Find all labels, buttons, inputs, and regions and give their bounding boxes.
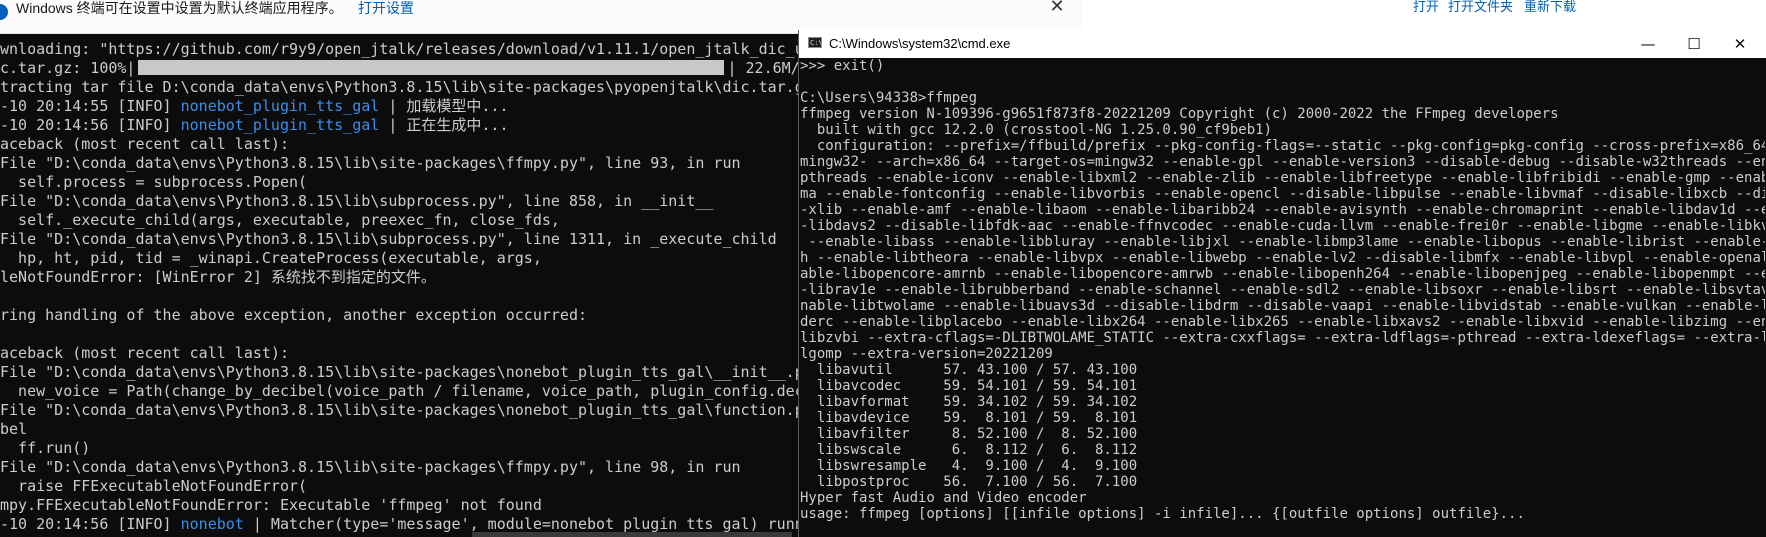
- close-notification-icon[interactable]: ✕: [1046, 0, 1068, 16]
- line-text: aceback (most recent call last):: [0, 135, 289, 153]
- line-text: mpy.FFExecutableNotFoundError: Executabl…: [0, 496, 542, 514]
- line-text: File "D:\conda_data\envs\Python3.8.15\li…: [0, 363, 876, 381]
- cmd-line: Hyper fast Audio and Video encoder: [800, 490, 1087, 506]
- download-actions-strip: 打开 打开文件夹 重新下载: [1082, 0, 1766, 28]
- cmd-line: -librav1e --enable-librubberband --enabl…: [800, 282, 1765, 298]
- logger-name: nonebot_plugin_tts_gal: [180, 97, 380, 115]
- cmd-line: ma --enable-fontconfig --enable-libvorbi…: [800, 186, 1765, 202]
- line-text: aceback (most recent call last):: [0, 344, 289, 362]
- horizontal-scrollbar[interactable]: [472, 532, 792, 537]
- line-text: -10 20:14:55 [INFO]: [0, 97, 181, 115]
- cmd-line: derc --enable-libplacebo --enable-libx26…: [800, 314, 1765, 330]
- logger-name: nonebot: [180, 515, 244, 533]
- window-title: C:\Windows\system32\cmd.exe: [829, 36, 1011, 51]
- minimize-button[interactable]: —: [1625, 30, 1671, 58]
- cmd-line: libavdevice 59. 8.101 / 59. 8.101: [800, 410, 1138, 426]
- line-text: new_voice = Path(change_by_decibel(voice…: [0, 382, 858, 400]
- redownload-link[interactable]: 重新下载: [1524, 0, 1576, 13]
- cmd-output[interactable]: >>> exit() C:\Users\94338>ffmpeg ffmpeg ve…: [800, 58, 1765, 522]
- cmd-line: libavcodec 59. 54.101 / 59. 54.101: [800, 378, 1138, 394]
- line-text: bel: [0, 420, 28, 438]
- cmd-line: -libdavs2 --disable-libfdk-aac --enable-…: [800, 218, 1765, 234]
- cmd-window[interactable]: C:\ C:\Windows\system32\cmd.exe — ☐ ✕ >>…: [798, 30, 1766, 537]
- cmd-line: nable-libtwolame --enable-libuavs3d --di…: [800, 298, 1765, 314]
- cmd-line: lgomp --extra-version=20221209: [800, 346, 1053, 362]
- line-text: tracting tar file D:\conda_data\envs\Pyt…: [0, 78, 813, 96]
- line-text: c.tar.gz: 100%|: [0, 59, 136, 77]
- cmd-line: able-libopencore-amrnb --enable-libopenc…: [800, 266, 1765, 282]
- line-text: -10 20:14:56 [INFO]: [0, 116, 181, 134]
- line-text: File "D:\conda_data\envs\Python3.8.15\li…: [0, 154, 741, 172]
- info-icon: [0, 4, 8, 20]
- line-text: File "D:\conda_data\envs\Python3.8.15\li…: [0, 230, 777, 248]
- cmd-line: -xlib --enable-amf --enable-libaom --ena…: [800, 202, 1765, 218]
- cmd-line: C:\Users\94338>ffmpeg: [800, 90, 978, 106]
- cmd-line: mingw32- --arch=x86_64 --target-os=mingw…: [800, 154, 1765, 170]
- line-text: File "D:\conda_data\envs\Python3.8.15\li…: [0, 401, 876, 419]
- cmd-line: libswresample 4. 9.100 / 4. 9.100: [800, 458, 1138, 474]
- line-text: self._execute_child(args, executable, pr…: [0, 211, 560, 229]
- cmd-line: libpostproc 56. 7.100 / 56. 7.100: [800, 474, 1138, 490]
- cmd-line: >>> exit(): [800, 58, 885, 74]
- line-text: | 正在生成中...: [379, 116, 509, 134]
- download-progress-bar: [138, 60, 725, 75]
- open-folder-link[interactable]: 打开文件夹: [1448, 0, 1513, 13]
- line-text: File "D:\conda_data\envs\Python3.8.15\li…: [0, 192, 714, 210]
- line-text: ring handling of the above exception, an…: [0, 306, 587, 324]
- open-settings-link[interactable]: 打开设置: [358, 0, 414, 17]
- cmd-line: ffmpeg version N-109396-g9651f873f8-2022…: [800, 106, 1559, 122]
- line-text: File "D:\conda_data\envs\Python3.8.15\li…: [0, 458, 741, 476]
- cmd-line: libavutil 57. 43.100 / 57. 43.100: [800, 362, 1138, 378]
- cmd-line: libzvbi --extra-cflags=-DLIBTWOLAME_STAT…: [800, 330, 1765, 346]
- notification-message: Windows 终端可在设置中设置为默认终端应用程序。: [16, 0, 343, 16]
- line-text: | 加载模型中...: [379, 97, 509, 115]
- cmd-line: usage: ffmpeg [options] [[infile options…: [800, 506, 1525, 522]
- cmd-line: libswscale 6. 8.112 / 6. 8.112: [800, 442, 1138, 458]
- cmd-line: libavfilter 8. 52.100 / 8. 52.100: [800, 426, 1138, 442]
- default-terminal-notification: Windows 终端可在设置中设置为默认终端应用程序。 打开设置 ✕: [0, 0, 1082, 34]
- line-text: self.process = subprocess.Popen(: [0, 173, 308, 191]
- cmd-line: built with gcc 12.2.0 (crosstool-NG 1.25…: [800, 122, 1273, 138]
- cmd-title-bar[interactable]: C:\ C:\Windows\system32\cmd.exe — ☐ ✕: [799, 30, 1766, 58]
- cmd-line: --enable-libass --enable-libbluray --ena…: [800, 234, 1765, 250]
- cmd-line: pthreads --enable-iconv --enable-libxml2…: [800, 170, 1765, 186]
- line-text: hp, ht, pid, tid = _winapi.CreateProcess…: [0, 249, 542, 267]
- line-text: raise FFExecutableNotFoundError(: [0, 477, 308, 495]
- logger-name: nonebot_plugin_tts_gal: [180, 116, 380, 134]
- maximize-button[interactable]: ☐: [1671, 30, 1717, 58]
- cmd-line: libavformat 59. 34.102 / 59. 34.102: [800, 394, 1138, 410]
- line-text: ff.run(): [0, 439, 91, 457]
- line-text: leNotFoundError: [WinError 2] 系统找不到指定的文件…: [0, 268, 436, 286]
- cmd-line: [800, 74, 1765, 90]
- open-link[interactable]: 打开: [1413, 0, 1439, 13]
- line-text: -10 20:14:56 [INFO]: [0, 515, 181, 533]
- close-button[interactable]: ✕: [1717, 30, 1763, 58]
- cmd-line: configuration: --prefix=/ffbuild/prefix …: [800, 138, 1765, 154]
- cmd-icon: C:\: [808, 37, 823, 48]
- cmd-line: h --enable-libtheora --enable-libvpx --e…: [800, 250, 1765, 266]
